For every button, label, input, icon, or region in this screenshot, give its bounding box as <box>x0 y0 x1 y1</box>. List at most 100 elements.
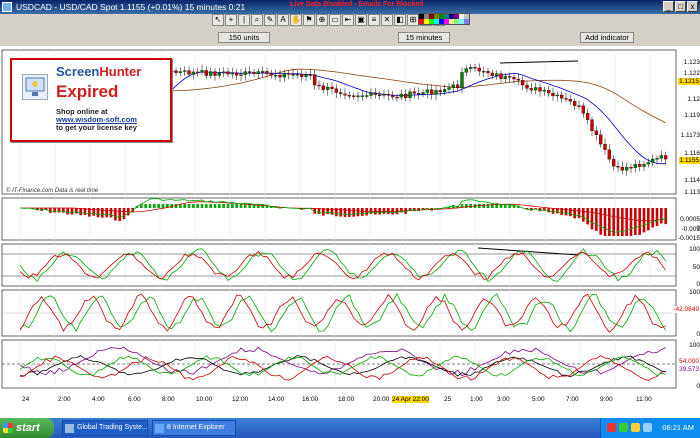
macd-bar <box>66 208 69 215</box>
time-label: 24 <box>22 396 30 403</box>
macd-bar <box>239 204 243 208</box>
start-label: start <box>16 422 40 434</box>
candle <box>343 93 347 96</box>
macd-bar <box>655 208 659 227</box>
toolbar-button[interactable]: ✋ <box>290 14 302 26</box>
tray-icon[interactable] <box>631 423 640 432</box>
macd-bar <box>417 208 420 212</box>
macd-label: -0.0015 <box>677 235 700 242</box>
candle <box>230 72 234 75</box>
toolbar-button[interactable]: | <box>238 14 250 26</box>
candle <box>590 119 594 131</box>
macd-bar <box>187 204 191 208</box>
candle <box>508 76 512 78</box>
time-label: 18:00 <box>338 396 355 403</box>
toolbar-button[interactable]: ◧ <box>394 14 406 26</box>
toolbar-button[interactable]: ↖ <box>212 14 224 26</box>
taskbar-item-ie[interactable]: 8 Internet Explorer <box>152 420 236 436</box>
candle <box>304 74 308 77</box>
candle <box>516 78 520 81</box>
toolbar-button[interactable]: ▭ <box>329 14 341 26</box>
candle <box>252 72 256 74</box>
toolbar-button[interactable]: ≡ <box>368 14 380 26</box>
candle <box>356 95 360 97</box>
toolbar-button[interactable]: ⇤ <box>342 14 354 26</box>
candle <box>300 74 304 77</box>
macd-bar <box>105 208 108 218</box>
candle <box>395 96 399 99</box>
candle <box>529 88 533 91</box>
add-indicator-button[interactable]: Add indicator <box>580 32 634 43</box>
taskbar-item-trading[interactable]: Global Trading Syste... <box>62 420 148 436</box>
time-label: 16:00 <box>302 396 319 403</box>
color-swatch[interactable] <box>464 19 469 24</box>
candle <box>538 87 542 92</box>
time-label: 7:00 <box>566 396 579 403</box>
macd-bar <box>222 204 225 208</box>
license-message: Shop online at www.wisdom-soft.com to ge… <box>56 108 137 132</box>
toolbar-button[interactable]: A <box>277 14 289 26</box>
chart-area[interactable]: © IT-Finance.com Data is real time 1.123… <box>0 46 700 418</box>
macd-bar <box>148 204 152 208</box>
rsi-value: -42.0849 <box>672 306 700 313</box>
candle <box>560 94 564 99</box>
macd-bar <box>465 204 468 208</box>
toolbar-button[interactable]: ⊕ <box>316 14 328 26</box>
toolbar-button[interactable]: + <box>225 14 237 26</box>
dmi-label: 100 <box>689 342 700 349</box>
toolbar-button[interactable]: ⚑ <box>303 14 315 26</box>
time-label: 14:00 <box>268 396 285 403</box>
price-label: 1.123 <box>683 59 700 66</box>
dmi-value: 54.000 <box>678 358 700 365</box>
tray-icon[interactable] <box>607 423 616 432</box>
candle <box>330 86 334 89</box>
candle <box>347 95 351 97</box>
toolbar-button[interactable]: ▣ <box>355 14 367 26</box>
macd-label: 0.0005 <box>680 216 700 223</box>
candle <box>339 92 343 95</box>
interval-select[interactable]: 15 minutes <box>398 32 450 43</box>
time-label: 9:00 <box>600 396 613 403</box>
macd-bar <box>209 204 212 208</box>
dmi-value: 39.573 <box>678 366 700 373</box>
candle <box>612 159 616 167</box>
macd-line <box>19 198 666 233</box>
data-credit: © IT-Finance.com Data is real time <box>6 188 99 194</box>
candle <box>282 73 286 78</box>
candle <box>425 89 429 93</box>
price-label: 1.119 <box>684 112 700 119</box>
screenhunter-expired-overlay[interactable]: ScreenHunter Expired Shop online at www.… <box>10 58 172 142</box>
macd-bar <box>595 208 598 231</box>
tray-icon[interactable] <box>643 423 652 432</box>
macd-bar <box>109 208 113 218</box>
tray-icon[interactable] <box>619 423 628 432</box>
maximize-button[interactable]: □ <box>675 1 686 12</box>
candle <box>616 166 620 168</box>
close-button[interactable]: x <box>687 1 698 12</box>
candle <box>243 71 247 75</box>
candle <box>629 167 633 169</box>
price-label: 1.116 <box>684 150 700 157</box>
toolbar-button[interactable]: ⌕ <box>251 14 263 26</box>
time-label: 12:00 <box>232 396 249 403</box>
ie-icon <box>155 424 164 433</box>
minimize-button[interactable]: _ <box>663 1 674 12</box>
candle <box>620 166 624 171</box>
macd-bar <box>547 208 550 213</box>
candle <box>625 167 629 171</box>
candle <box>222 71 226 74</box>
start-button[interactable]: start <box>0 418 54 438</box>
candle <box>352 95 356 97</box>
candle <box>651 158 655 163</box>
candle <box>464 68 468 73</box>
candle <box>482 71 486 73</box>
candle <box>183 70 187 72</box>
macd-bar <box>161 204 165 208</box>
macd-bar <box>226 204 230 208</box>
bars-count-select[interactable]: 150 units <box>218 32 270 43</box>
candle <box>607 149 611 160</box>
toolbar-button[interactable]: ✎ <box>264 14 276 26</box>
candle <box>313 74 317 86</box>
candle <box>408 91 412 98</box>
toolbar-button[interactable]: ✕ <box>381 14 393 26</box>
